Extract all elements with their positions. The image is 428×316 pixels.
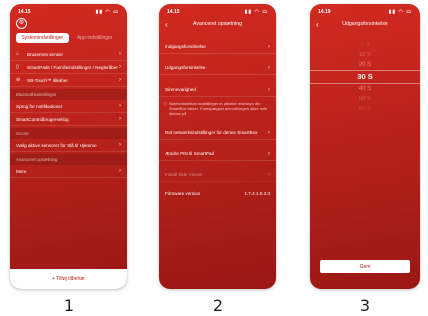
picker-option[interactable]: 50 S [310,94,420,104]
add-accessory-button[interactable]: + Tilføj tilbehør [10,269,127,289]
list-item-entry-delay[interactable]: Indgangsforsinkelse › [159,40,276,54]
status-time: 14.15 [167,9,180,15]
badge-icon: ⊖ [16,77,21,83]
picker-option[interactable]: 10 S [310,50,420,60]
list-item-sb-touch[interactable]: ⊖ SB-Touch™ tilkøber › [10,74,127,87]
list-item-label: Udgangsforsinkelse [165,65,206,70]
list-item-network-settings[interactable]: Ret netværksindstillinger for denne Smar… [159,126,276,140]
firmware-row: Firmware version 1.7.4.1.0.3.3 [159,191,276,196]
chevron-right-icon: › [268,86,270,93]
chevron-right-icon: › [119,116,121,122]
gear-icon[interactable]: ⚙ [16,18,27,29]
back-chevron-icon[interactable]: ‹ [165,20,168,29]
step-caption: 2 [212,296,224,315]
back-chevron-icon[interactable]: ‹ [316,20,319,29]
list-item-active-sensors[interactable]: Vælg aktive sensorer for Slå til Hjemme … [10,139,127,152]
shower-icon: ⌂ [16,51,20,57]
chevron-right-icon: › [119,64,121,70]
nav-bar: ‹ Avanceret opsætning [159,18,276,30]
step-caption: 1 [63,296,75,315]
list-item-notification-language[interactable]: Sprog for notifikationer › [10,100,127,113]
signal-wifi-battery-icon: ▮▮ ◠ ▭ [244,9,268,15]
info-icon: ⓘ [163,101,167,106]
status-bar: 14.15 ▮▮ ◠ ▭ [167,8,268,16]
info-note-text: Notesmiddelbar indstillinger et påvirke … [169,101,268,116]
signal-wifi-battery-icon: ▮▮ ◠ ▭ [95,9,119,15]
status-time: 14.15 [18,9,31,15]
list-item-label: Install Side Viewer [165,172,203,177]
info-note: ⓘ Notesmiddelbar indstillinger et påvirk… [159,101,276,116]
phone-screen-exit-delay: 14.19 ▮▮ ◠ ▭ ‹ Udgangsforsinkelse 0 S 10… [310,4,420,289]
list-item-label: Ændre PIN til SmartPad [165,151,215,156]
picker-option[interactable]: 60 S [310,104,420,114]
list-item-label: Sirenevarighed [165,87,196,92]
chevron-right-icon: › [268,43,270,50]
status-time: 14.19 [318,9,331,15]
list-item-install-side-viewer[interactable]: Install Side Viewer › [159,168,276,182]
list-item-label: Ret netværksindstillinger for denne Smar… [165,130,258,135]
list-item-label: SmartControlbrugersetlog [16,116,69,122]
list-item-label: Vælg aktive sensorer for Slå til Hjemme [16,142,97,148]
list-item-label: SmartPads / Familieindstillinger / Negle… [27,64,118,70]
section-header: Scorer [10,128,127,139]
chevron-right-icon: › [268,64,270,71]
phone-screen-system-settings: 14.15 ▮▮ ◠ ▭ ⚙ Systemindstillinger App-i… [10,4,127,289]
status-bar: 14.15 ▮▮ ◠ ▭ [18,8,119,16]
firmware-value: 1.7.4.1.0.3.3 [244,191,270,196]
list-item-label: Mere [16,168,27,174]
tab-app-settings[interactable]: App-indstillinger [69,33,122,43]
picker-option[interactable]: 20 S [310,60,420,70]
page-title: Avanceret opsætning [193,21,242,27]
picker-option[interactable]: 40 S [310,84,420,94]
chevron-right-icon: › [119,168,121,174]
status-bar: 14.19 ▮▮ ◠ ▭ [318,8,412,16]
step-caption: 3 [359,296,371,315]
save-button[interactable]: Gem [320,260,410,273]
picker-option-selected[interactable]: 30 S [310,70,420,84]
chevron-right-icon: › [268,129,270,136]
settings-tabs: Systemindstillinger App-indstillinger [16,33,121,43]
section-header: Bluetoothindstillinger [10,89,127,100]
tab-system-settings[interactable]: Systemindstillinger [16,33,69,43]
chevron-right-icon: › [268,171,270,178]
list-item-label: Sprog for notifikationer [16,103,63,109]
list-item-smartcontrol-log[interactable]: SmartControlbrugersetlog › [10,113,127,126]
list-item-label: Brusernes sensor [27,51,64,57]
list-item-change-pin[interactable]: Ændre PIN til SmartPad › [159,147,276,161]
phone-screen-advanced-setup: 14.15 ▮▮ ◠ ▭ ‹ Avanceret opsætning Indga… [159,4,276,289]
list-item-more[interactable]: Mere › [10,165,127,178]
list-item-shower-sensor[interactable]: ⌂ Brusernes sensor › [10,48,127,61]
chevron-right-icon: › [119,51,121,57]
nav-bar: ‹ Udgangsforsinkelse [310,18,420,30]
section-header: Avanceret opsætning [10,154,127,165]
list-item-exit-delay[interactable]: Udgangsforsinkelse › [159,61,276,75]
chevron-right-icon: › [268,150,270,157]
list-item-label: SB-Touch™ tilkøber [27,77,68,83]
page-title: Udgangsforsinkelse [342,21,388,27]
chevron-right-icon: › [119,77,121,83]
picker-option[interactable]: 0 S [310,40,420,50]
list-item-siren-duration[interactable]: Sirenevarighed › [159,83,276,97]
signal-wifi-battery-icon: ▮▮ ◠ ▭ [388,9,412,15]
chevron-right-icon: › [119,142,121,148]
list-item-smartpads[interactable]: ▯ SmartPads / Familieindstillinger / Neg… [10,61,127,74]
firmware-label: Firmware version [165,191,201,196]
delay-picker[interactable]: 0 S 10 S 20 S 30 S 40 S 50 S 60 S [310,40,420,114]
phone-icon: ▯ [16,64,19,70]
chevron-right-icon: › [119,103,121,109]
list-item-label: Indgangsforsinkelse [165,44,206,49]
